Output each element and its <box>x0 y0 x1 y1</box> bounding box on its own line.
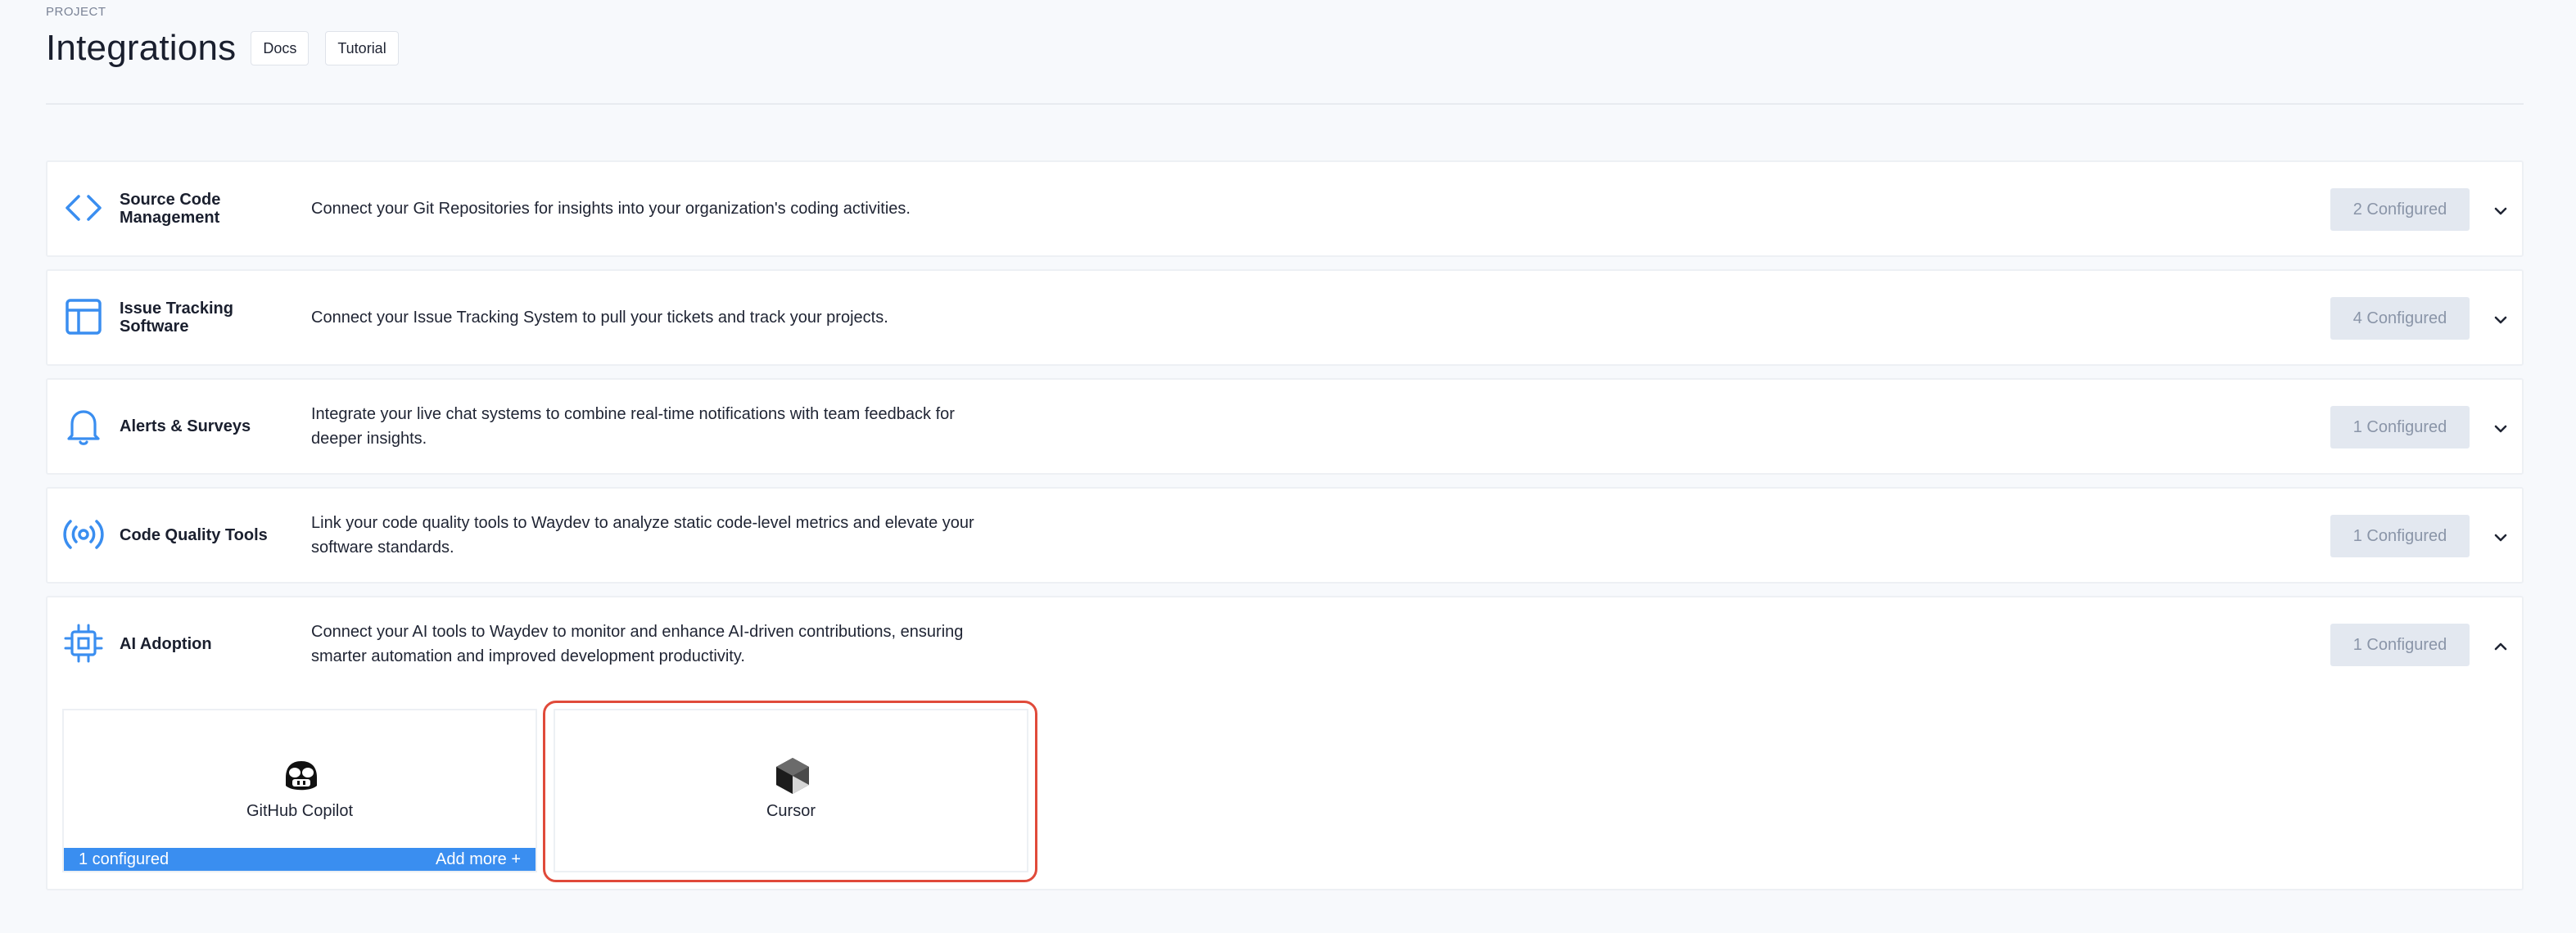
section-header[interactable]: Code Quality Tools Link your code qualit… <box>47 489 2522 582</box>
configured-badge: 1 Configured <box>2330 406 2470 448</box>
section-description: Connect your AI tools to Waydev to monit… <box>311 623 964 665</box>
section-name: Source Code Management <box>120 191 221 227</box>
section-header[interactable]: Issue Tracking Software Connect your Iss… <box>47 271 2522 364</box>
breadcrumb: PROJECT <box>46 5 106 19</box>
configured-count: 1 configured <box>79 850 169 868</box>
tool-name: Cursor <box>766 802 816 820</box>
bell-icon <box>62 404 105 447</box>
configured-footer: 1 configured Add more + <box>64 848 536 871</box>
section-description: Connect your Git Repositories for insigh… <box>311 200 911 218</box>
tutorial-button[interactable]: Tutorial <box>325 31 399 65</box>
cursor-logo-icon <box>770 753 816 799</box>
section-ai-adoption: AI Adoption Connect your AI tools to Way… <box>46 596 2524 890</box>
section-source-code-management: Source Code Management Connect your Git … <box>46 160 2524 257</box>
layout-board-icon <box>62 295 105 338</box>
configured-badge: 4 Configured <box>2330 297 2470 340</box>
section-alerts-surveys: Alerts & Surveys Integrate your live cha… <box>46 378 2524 475</box>
github-copilot-icon <box>278 753 324 799</box>
section-name: AI Adoption <box>120 635 212 653</box>
section-description: Connect your Issue Tracking System to pu… <box>311 309 888 327</box>
chevron-down-icon[interactable] <box>2491 201 2510 221</box>
section-name: Issue Tracking Software <box>120 300 233 336</box>
page-title: Integrations <box>46 28 237 68</box>
section-issue-tracking-software: Issue Tracking Software Connect your Iss… <box>46 269 2524 366</box>
code-brackets-icon <box>62 187 105 229</box>
configured-badge: 1 Configured <box>2330 624 2470 666</box>
broadcast-icon <box>62 513 105 556</box>
cpu-chip-icon <box>62 622 105 665</box>
section-header[interactable]: Alerts & Surveys Integrate your live cha… <box>47 380 2522 473</box>
github-copilot-card[interactable]: GitHub Copilot 1 configured Add more + <box>62 709 537 872</box>
section-name: Alerts & Surveys <box>120 417 251 435</box>
section-header[interactable]: AI Adoption Connect your AI tools to Way… <box>47 597 2522 691</box>
docs-button[interactable]: Docs <box>251 31 310 65</box>
chevron-down-icon[interactable] <box>2491 528 2510 548</box>
add-more-button[interactable]: Add more + <box>436 850 521 869</box>
section-header[interactable]: Source Code Management Connect your Git … <box>47 162 2522 255</box>
configured-badge: 1 Configured <box>2330 515 2470 557</box>
section-code-quality-tools: Code Quality Tools Link your code qualit… <box>46 487 2524 584</box>
cursor-card[interactable]: Cursor <box>554 709 1028 872</box>
tool-name: GitHub Copilot <box>246 802 354 820</box>
title-row: Integrations Docs Tutorial <box>46 28 399 69</box>
chevron-down-icon[interactable] <box>2491 419 2510 439</box>
section-name: Code Quality Tools <box>120 526 268 544</box>
ai-tools-grid: GitHub Copilot 1 configured Add more + C… <box>47 691 2522 889</box>
header-divider <box>46 103 2524 105</box>
configured-badge: 2 Configured <box>2330 188 2470 231</box>
chevron-up-icon[interactable] <box>2491 637 2510 656</box>
section-description: Integrate your live chat systems to comb… <box>311 405 955 448</box>
chevron-down-icon[interactable] <box>2491 310 2510 330</box>
section-description: Link your code quality tools to Waydev t… <box>311 514 974 557</box>
